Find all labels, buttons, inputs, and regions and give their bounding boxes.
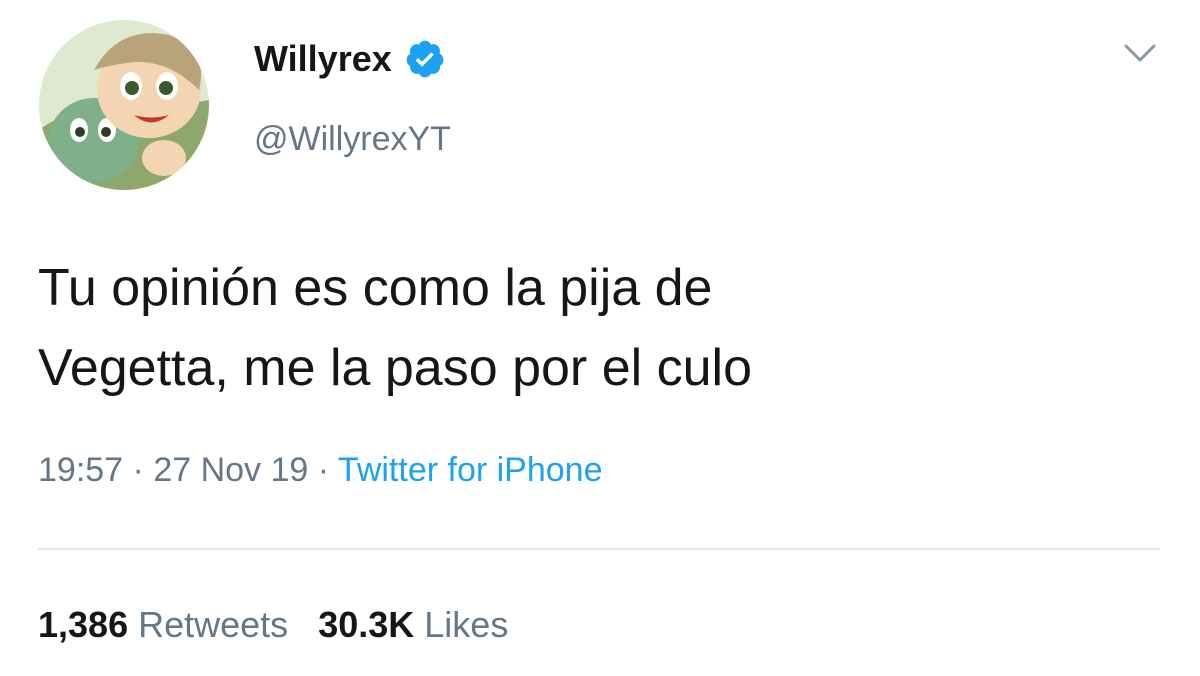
verified-badge-icon <box>404 38 446 80</box>
user-handle[interactable]: @WillyrexYT <box>254 120 451 159</box>
name-row: Willyrex <box>254 38 446 80</box>
divider <box>38 548 1160 550</box>
display-name[interactable]: Willyrex <box>254 38 392 80</box>
tweet-date[interactable]: 27 Nov 19 <box>153 451 308 489</box>
avatar[interactable] <box>39 20 209 190</box>
likes-stat[interactable]: 30.3K Likes <box>318 604 508 645</box>
tweet-time[interactable]: 19:57 <box>38 451 123 489</box>
tweet-text-line: Vegetta, me la paso por el culo <box>38 339 753 397</box>
likes-count: 30.3K <box>318 604 415 645</box>
tweet-text-line: Tu opinión es como la pija de <box>38 259 713 317</box>
retweets-stat[interactable]: 1,386 Retweets <box>38 604 288 645</box>
retweets-label: Retweets <box>138 604 289 645</box>
tweet-source-link[interactable]: Twitter for iPhone <box>338 451 603 489</box>
avatar-illustration <box>39 20 209 190</box>
tweet-text: Tu opinión es como la pija de Vegetta, m… <box>38 248 1158 408</box>
tweet-meta: 19:57 · 27 Nov 19 · Twitter for iPhone <box>38 451 602 490</box>
meta-separator: · <box>308 451 338 489</box>
tweet-card: Willyrex @WillyrexYT Tu opinión es como … <box>0 0 1200 676</box>
chevron-down-icon[interactable] <box>1122 40 1158 66</box>
meta-separator: · <box>123 451 154 489</box>
tweet-stats: 1,386 Retweets 30.3K Likes <box>38 604 538 646</box>
retweets-count: 1,386 <box>38 604 129 645</box>
likes-label: Likes <box>424 604 509 645</box>
